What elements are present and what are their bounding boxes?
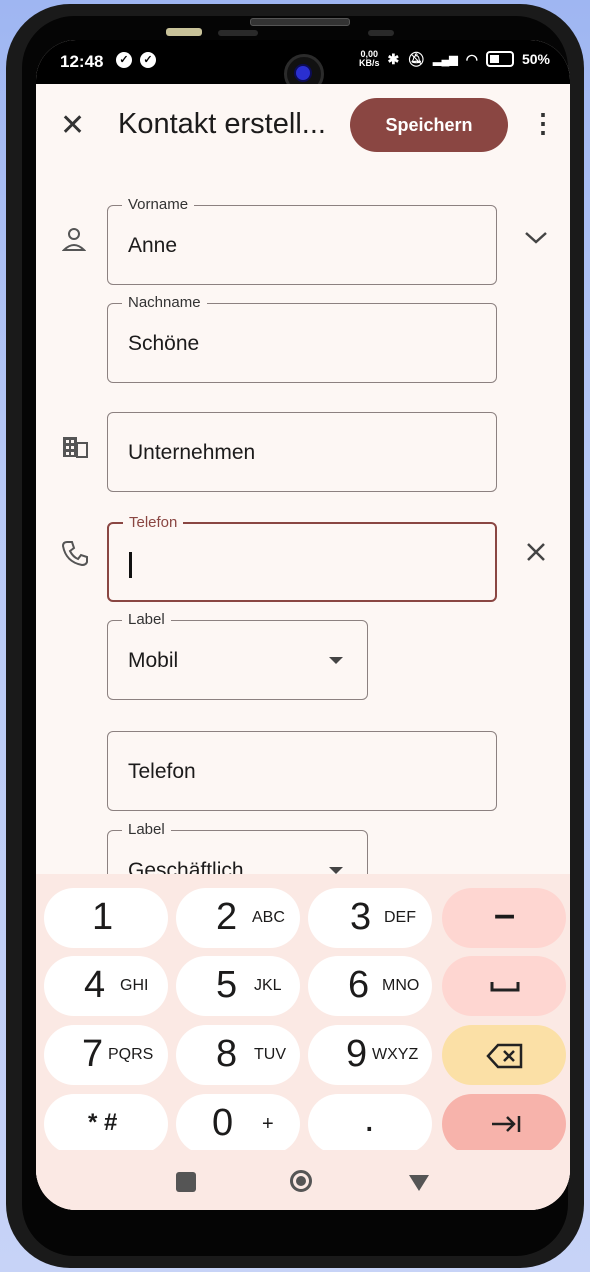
- phone-button: [218, 30, 258, 36]
- key-digit: 4: [84, 964, 106, 1006]
- key-0[interactable]: 0 +: [176, 1094, 300, 1154]
- minus-icon: –: [494, 894, 516, 936]
- page-title: Kontakt erstell...: [118, 108, 326, 140]
- bluetooth-icon: ✱: [387, 50, 400, 67]
- phone-field[interactable]: Telefon: [107, 514, 497, 602]
- check-circle-icon: ✓: [140, 52, 156, 68]
- wifi-icon: ◠: [465, 50, 478, 67]
- key-digit: 9: [346, 1033, 368, 1075]
- key-8[interactable]: 8 TUV: [176, 1025, 300, 1085]
- company-placeholder: Unternehmen: [128, 441, 256, 464]
- phone-type-label: Label: [122, 611, 171, 628]
- second-phone-type-label: Label: [122, 821, 171, 838]
- key-letters: TUV: [254, 1046, 286, 1063]
- key-9[interactable]: 9 WXYZ: [308, 1025, 432, 1085]
- dropdown-arrow-icon: [329, 867, 343, 874]
- phone-type-select[interactable]: Label Mobil: [107, 611, 368, 700]
- key-4[interactable]: 4 GHI: [44, 956, 168, 1016]
- key-digit: 3: [350, 896, 372, 938]
- company-field[interactable]: Unternehmen: [107, 412, 497, 492]
- status-time: 12:48: [60, 52, 104, 71]
- key-digit: 1: [92, 896, 114, 938]
- last-name-field[interactable]: Nachname Schöne: [107, 294, 497, 383]
- home-icon[interactable]: [290, 1170, 312, 1192]
- building-icon: [63, 437, 88, 458]
- mute-icon: 🔕︎: [407, 50, 426, 67]
- check-circle-icon: ✓: [116, 52, 132, 68]
- navigation-bar: [36, 1150, 570, 1210]
- key-digit: 8: [216, 1033, 238, 1075]
- last-name-label: Nachname: [122, 294, 207, 311]
- first-name-label: Vorname: [122, 196, 195, 213]
- next-key[interactable]: [442, 1094, 566, 1154]
- person-icon: [62, 228, 86, 251]
- dropdown-arrow-icon: [329, 657, 343, 664]
- key-digit: 6: [348, 964, 370, 1006]
- close-icon[interactable]: ✕: [60, 108, 85, 143]
- key-digit: 0: [212, 1102, 234, 1144]
- space-bar-icon: [490, 982, 520, 992]
- recents-icon[interactable]: [176, 1172, 196, 1192]
- battery-icon: [485, 51, 514, 67]
- more-options-icon[interactable]: ⋮: [530, 108, 556, 139]
- phone-button: [166, 28, 202, 36]
- status-icons: 0,00 KB/s ✱ 🔕︎ ▂▄▆ ◠ 50%: [359, 50, 550, 68]
- first-name-field[interactable]: Vorname Anne: [107, 196, 497, 285]
- backspace-key[interactable]: [442, 1025, 566, 1085]
- key-digit: 2: [216, 896, 238, 938]
- key-digit: .: [364, 1098, 375, 1140]
- key-dot[interactable]: .: [308, 1094, 432, 1154]
- phone-screen: 12:48 ✓ ✓ 0,00 KB/s ✱ 🔕︎ ▂▄▆ ◠ 50% ✕ Kont…: [36, 40, 570, 1210]
- key-7[interactable]: 7 PQRS: [44, 1025, 168, 1085]
- phone-type-value: Mobil: [128, 649, 179, 672]
- phone-icon: [62, 541, 88, 566]
- key-digit: * #: [88, 1109, 118, 1136]
- back-triangle-icon[interactable]: [408, 1174, 430, 1192]
- key-letters: JKL: [254, 977, 282, 994]
- last-name-value: Schöne: [128, 332, 200, 355]
- tab-next-icon: [492, 1116, 521, 1132]
- save-button[interactable]: Speichern: [350, 98, 508, 152]
- key-digit: 5: [216, 964, 238, 1006]
- key-letters: ABC: [252, 909, 285, 926]
- second-phone-placeholder: Telefon: [128, 760, 196, 783]
- text-cursor: [129, 552, 132, 578]
- space-key[interactable]: [442, 956, 566, 1016]
- phone-button: [368, 30, 394, 36]
- network-speed: 0,00 KB/s: [359, 49, 380, 68]
- key-2[interactable]: 2 ABC: [176, 888, 300, 948]
- key-letters: WXYZ: [372, 1046, 419, 1063]
- key-letters: DEF: [384, 909, 416, 926]
- status-bar: 12:48 ✓ ✓ 0,00 KB/s ✱ 🔕︎ ▂▄▆ ◠ 50%: [36, 40, 570, 94]
- chevron-down-icon[interactable]: [524, 230, 548, 246]
- phone-label: Telefon: [123, 514, 184, 531]
- clear-icon[interactable]: [526, 542, 546, 562]
- key-digit: 7: [82, 1033, 104, 1075]
- battery-percent: 50%: [521, 51, 550, 67]
- key-3[interactable]: 3 DEF: [308, 888, 432, 948]
- second-phone-field[interactable]: Telefon: [107, 731, 497, 811]
- first-name-value: Anne: [128, 234, 178, 257]
- key-letters: MNO: [382, 977, 420, 994]
- minus-key[interactable]: –: [442, 888, 566, 948]
- key-6[interactable]: 6 MNO: [308, 956, 432, 1016]
- key-star-hash[interactable]: * #: [44, 1094, 168, 1154]
- signal-icon: ▂▄▆: [433, 53, 458, 66]
- key-letters: GHI: [120, 977, 149, 994]
- key-letters: +: [262, 1113, 274, 1135]
- earpiece-speaker: [250, 18, 350, 26]
- key-1[interactable]: 1: [44, 888, 168, 948]
- key-5[interactable]: 5 JKL: [176, 956, 300, 1016]
- key-letters: PQRS: [108, 1046, 154, 1063]
- backspace-icon: [486, 1043, 523, 1069]
